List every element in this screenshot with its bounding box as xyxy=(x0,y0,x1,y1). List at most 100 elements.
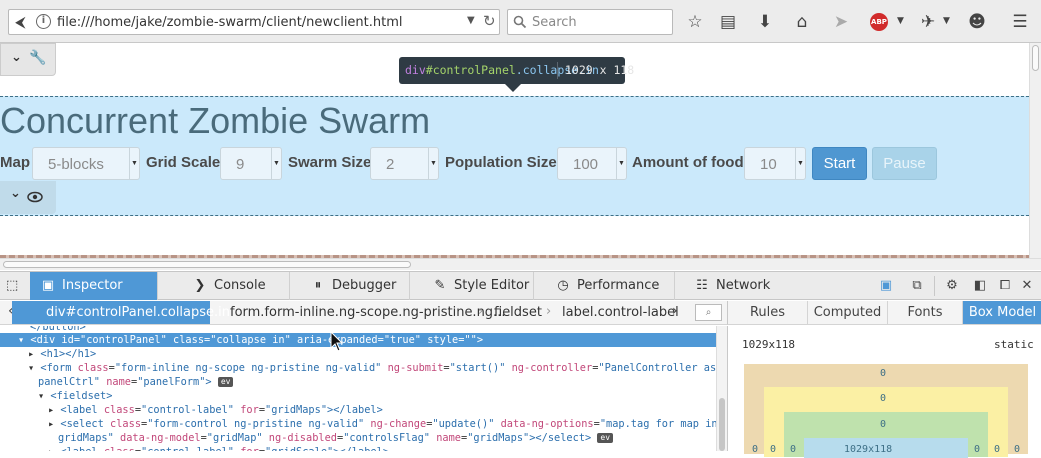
breadcrumb-forward-icon[interactable]: › xyxy=(672,303,678,319)
search-bar[interactable]: Search xyxy=(507,9,673,35)
home-icon[interactable]: ⌂ xyxy=(792,12,812,32)
padding-right-value[interactable]: 0 xyxy=(974,444,980,455)
tooltip-divider xyxy=(557,62,558,79)
page-vertical-scrollbar[interactable] xyxy=(1029,43,1041,258)
bookmark-star-icon[interactable]: ☆ xyxy=(685,12,705,32)
tab-box-model[interactable]: Box Model xyxy=(963,301,1041,324)
url-text[interactable]: file:///home/jake/zombie-swarm/client/ne… xyxy=(57,15,403,30)
markup-line[interactable]: ▾ <form class="form-inline ng-scope ng-p… xyxy=(28,361,716,375)
reload-icon[interactable]: ↻ xyxy=(483,12,496,30)
menu-icon[interactable]: ☰ xyxy=(1010,12,1030,32)
markup-search-button[interactable]: ⌕ xyxy=(695,304,722,321)
page-horizontal-scrollbar[interactable] xyxy=(0,258,1041,270)
event-badge[interactable]: ev xyxy=(597,433,614,443)
event-badge[interactable]: ev xyxy=(217,377,234,387)
breadcrumb-item[interactable]: label.control-label xyxy=(562,301,679,324)
side-panel-tabs: Rules Computed Fonts Box Model xyxy=(727,301,1041,325)
extension-dropdown-icon[interactable]: ▼ xyxy=(943,16,950,26)
wrench-icon: 🔧 xyxy=(29,50,47,66)
dock-side-icon[interactable]: ◧ xyxy=(972,278,988,294)
breadcrumb-item[interactable]: form.form-inline.ng-scope.ng-pristine.ng… xyxy=(230,301,505,324)
search-placeholder: Search xyxy=(532,15,577,30)
padding-left-value[interactable]: 0 xyxy=(790,444,796,455)
markup-line[interactable]: ▾ <fieldset> xyxy=(38,389,112,403)
visibility-toggle-button[interactable]: ⌄ xyxy=(0,181,56,214)
tab-console[interactable]: ❯ Console xyxy=(182,272,290,300)
margin-value[interactable]: 0 xyxy=(880,368,886,379)
border-right-value[interactable]: 0 xyxy=(994,444,1000,455)
scroll-thumb[interactable] xyxy=(719,398,725,451)
pick-element-icon[interactable]: ⬚ xyxy=(6,278,18,293)
close-icon[interactable]: ✕ xyxy=(1019,278,1035,294)
url-bar[interactable]: ⮜ i file:///home/jake/zombie-swarm/clien… xyxy=(8,9,500,35)
border-left-value[interactable]: 0 xyxy=(770,444,776,455)
amount-of-food-select[interactable]: 10 ▼ xyxy=(744,147,806,180)
population-size-label: Population Size xyxy=(445,154,557,171)
markup-scrollbar[interactable] xyxy=(716,326,727,451)
inspector-icon: ▣ xyxy=(41,278,55,293)
breadcrumb-item[interactable]: fieldset xyxy=(494,301,542,324)
adblock-icon[interactable]: ABP xyxy=(870,13,888,31)
markup-line[interactable]: ▸ <h1></h1> xyxy=(28,347,96,361)
scroll-thumb[interactable] xyxy=(3,261,411,268)
download-icon[interactable]: ⬇ xyxy=(755,12,775,32)
settings-toggle-button[interactable]: ⌄ 🔧 xyxy=(0,43,56,76)
tab-rules[interactable]: Rules xyxy=(728,301,808,324)
swarm-size-select[interactable]: 2 ▼ xyxy=(370,147,439,180)
tab-network[interactable]: ☷ Network xyxy=(684,272,786,300)
tab-style-editor[interactable]: ✎ Style Editor xyxy=(422,272,534,300)
settings-gear-icon[interactable]: ⚙ xyxy=(944,278,960,294)
split-console-icon[interactable]: ▣ xyxy=(878,278,894,294)
extension-icon[interactable]: ✈ xyxy=(918,12,938,32)
map-label: Map xyxy=(0,154,30,171)
markup-line[interactable]: ▸ <select class="form-control ng-pristin… xyxy=(48,417,716,431)
back-icon[interactable]: ⮜ xyxy=(15,13,26,31)
reading-list-icon[interactable]: ▤ xyxy=(718,12,738,32)
responsive-icon[interactable]: ⧉ xyxy=(909,278,925,294)
breadcrumb-separator-icon: › xyxy=(546,304,552,319)
box-content[interactable]: 1029x118 xyxy=(804,438,968,458)
info-icon[interactable]: i xyxy=(36,14,51,29)
chevron-down-icon: ▼ xyxy=(795,148,805,179)
search-icon xyxy=(513,15,527,29)
margin-left-value[interactable]: 0 xyxy=(752,444,758,455)
margin-right-value[interactable]: 0 xyxy=(1014,444,1020,455)
map-select[interactable]: 5-blocks ▼ xyxy=(32,147,140,180)
padding-value[interactable]: 0 xyxy=(880,419,886,430)
chevron-down-icon: ⌄ xyxy=(10,186,21,201)
markup-line-selected[interactable]: ▾ <div id="controlPanel" class="collapse… xyxy=(0,333,716,347)
markup-line[interactable]: ▸ <label class="control-label" for="grid… xyxy=(48,403,383,417)
content-size[interactable]: 1029x118 xyxy=(844,444,892,455)
chat-icon[interactable]: ☻ xyxy=(967,12,987,32)
pause-button[interactable]: Pause xyxy=(872,147,937,180)
send-icon[interactable]: ➤ xyxy=(831,12,851,32)
breadcrumb-separator-icon: › xyxy=(478,304,484,319)
grid-scale-label: Grid Scale xyxy=(146,154,221,171)
search-icon: ⌕ xyxy=(705,307,712,318)
console-icon: ❯ xyxy=(194,278,206,293)
adblock-dropdown-icon[interactable]: ▼ xyxy=(897,16,904,26)
tab-fonts[interactable]: Fonts xyxy=(888,301,963,324)
dropdown-icon[interactable]: ▼ xyxy=(467,15,475,26)
network-icon: ☷ xyxy=(696,278,708,293)
swarm-size-label: Swarm Size xyxy=(288,154,372,171)
border-value[interactable]: 0 xyxy=(880,393,886,404)
grid-scale-select[interactable]: 9 ▼ xyxy=(220,147,282,180)
browser-toolbar: ⮜ i file:///home/jake/zombie-swarm/clien… xyxy=(0,0,1041,43)
markup-line[interactable]: ▸ <label class="control-label" for="grid… xyxy=(48,445,389,451)
markup-view: </button> ▾ <div id="controlPanel" class… xyxy=(0,326,716,451)
scroll-thumb[interactable] xyxy=(1032,45,1039,71)
box-model-panel: 1029x118 static 0 0 0 0 0 0 0 0 0 1029x1… xyxy=(727,326,1041,458)
breadcrumb: ‹ div#controlPanel.collapse.in form.form… xyxy=(0,301,727,325)
chevron-down-icon: ▼ xyxy=(129,148,139,179)
undock-icon[interactable]: ⧠ xyxy=(997,278,1013,294)
population-size-select[interactable]: 100 ▼ xyxy=(557,147,627,180)
tab-performance[interactable]: ◷ Performance xyxy=(545,272,675,300)
markup-line[interactable]: gridMaps" data-ng-model="gridMap" ng-dis… xyxy=(58,431,614,445)
tab-inspector[interactable]: ▣ Inspector xyxy=(30,272,158,300)
start-button[interactable]: Start xyxy=(812,147,867,180)
markup-line[interactable]: panelCtrl" name="panelForm"> ev xyxy=(38,375,234,389)
tab-debugger[interactable]: ⏸ Debugger xyxy=(300,272,410,300)
tab-computed[interactable]: Computed xyxy=(808,301,888,324)
breadcrumb-item[interactable]: div#controlPanel.collapse.in xyxy=(12,301,230,324)
